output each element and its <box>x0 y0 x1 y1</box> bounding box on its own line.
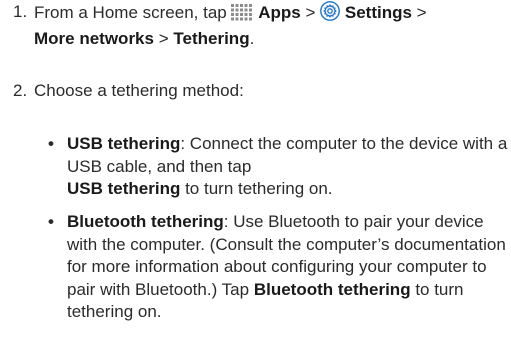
document-page: 1. From a Home screen, tap Apps > Settin… <box>0 0 511 350</box>
bullet-title: USB tethering <box>67 134 181 153</box>
settings-gear-icon <box>320 1 341 28</box>
separator: > <box>416 3 427 22</box>
bullet-marker: • <box>48 134 54 153</box>
bullet-bold-term: USB tethering <box>67 179 181 198</box>
step-1: 1. From a Home screen, tap Apps > Settin… <box>13 1 509 50</box>
step-end-punctuation: . <box>249 28 255 48</box>
settings-label: Settings <box>344 3 412 22</box>
step-number: 2. <box>13 81 28 100</box>
bullet-bold-term: Bluetooth tethering <box>253 279 411 299</box>
bullet-text: Bluetooth tethering: Use Bluetooth to pa… <box>67 211 508 324</box>
bullet-description-end: to turn tethering on. <box>185 179 333 198</box>
bullet-marker: • <box>48 212 54 231</box>
separator: > <box>158 28 169 48</box>
more-networks-label: More networks <box>34 28 154 48</box>
apps-label: Apps <box>258 3 301 22</box>
bullet-text: USB tethering: Connect the computer to t… <box>67 133 508 201</box>
separator: > <box>305 3 316 22</box>
apps-grid-icon <box>231 4 253 28</box>
list-item-bluetooth-tethering: • Bluetooth tethering: Use Bluetooth to … <box>48 211 508 324</box>
step-prefix-text: From a Home screen, tap <box>34 3 227 22</box>
step-text: Choose a tethering method: <box>34 81 244 100</box>
step-text: From a Home screen, tap Apps > Settings … <box>34 1 509 50</box>
step-number: 1. <box>13 2 28 21</box>
list-item-usb-tethering: • USB tethering: Connect the computer to… <box>48 133 508 201</box>
step-2: 2. Choose a tethering method: <box>13 80 509 103</box>
tethering-label: Tethering <box>173 28 250 48</box>
bullet-title: Bluetooth tethering <box>67 212 224 231</box>
